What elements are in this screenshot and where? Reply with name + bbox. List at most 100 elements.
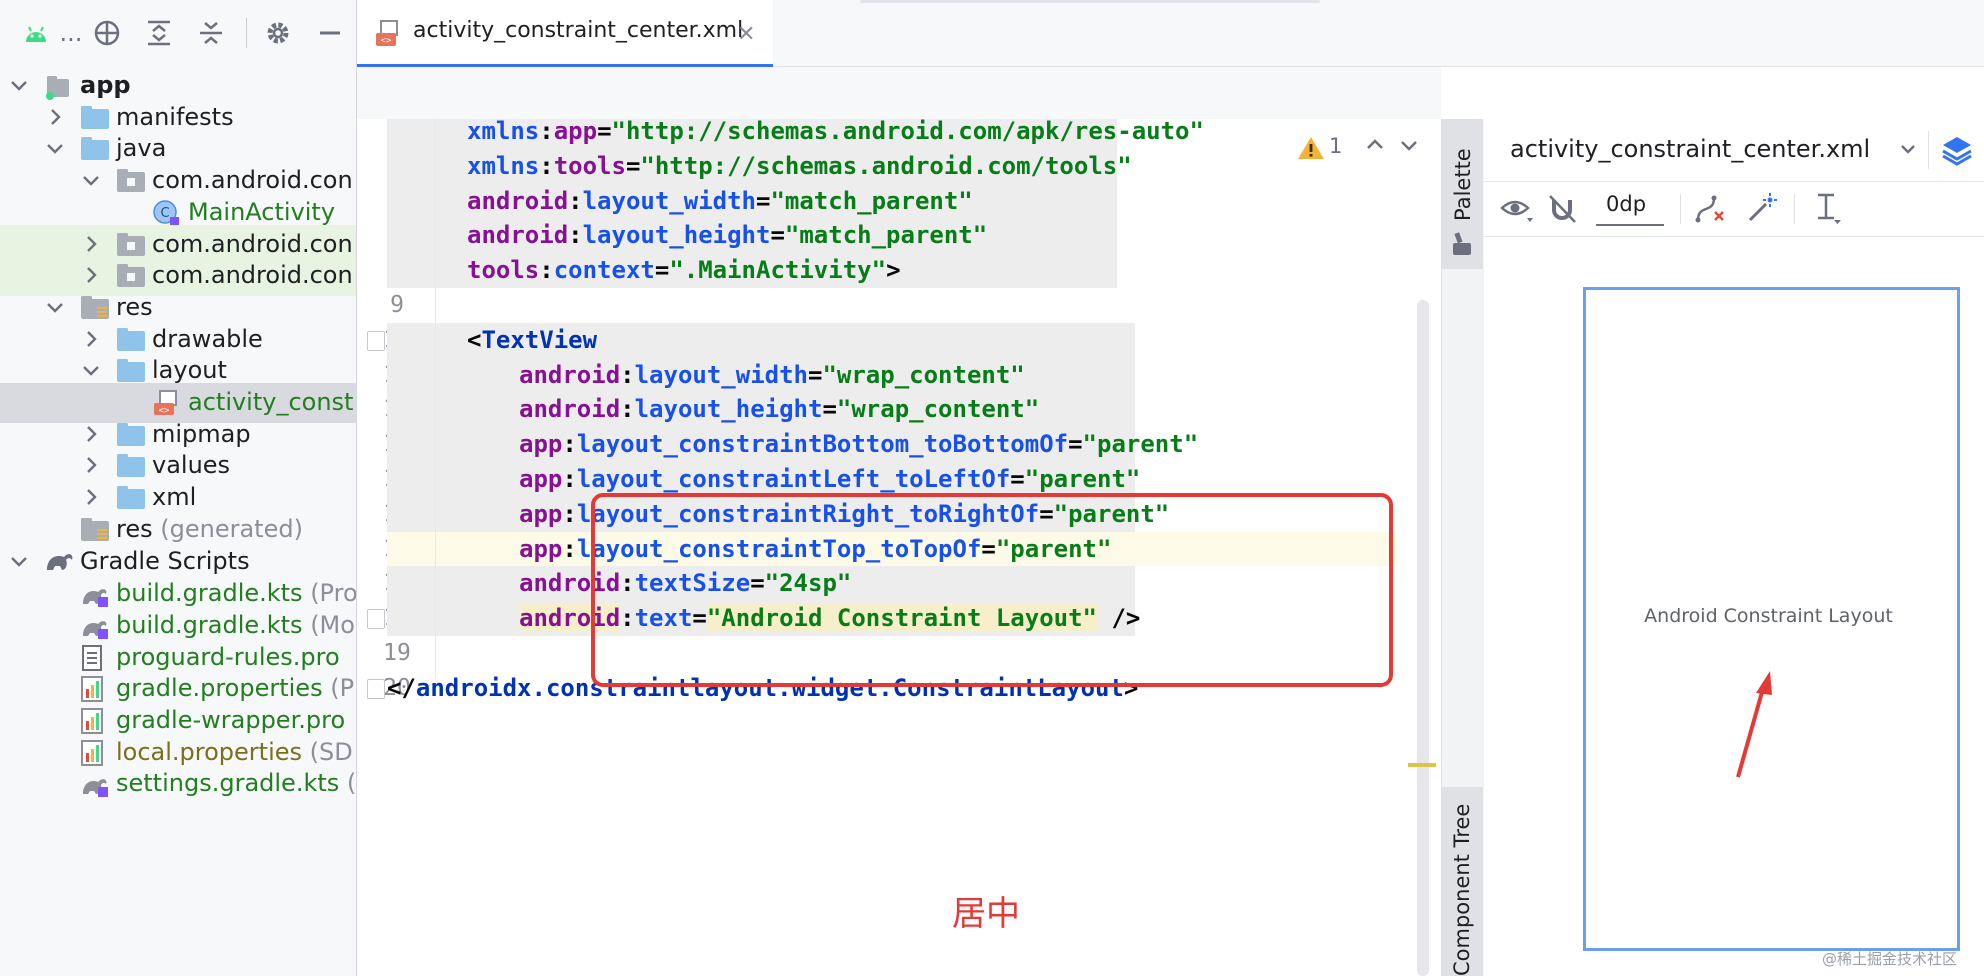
- code-token: android: [467, 186, 569, 215]
- code-token: xmlns: [467, 151, 540, 180]
- tree-item-label: local.properties (SD: [116, 737, 353, 766]
- code-token: "parent": [1082, 430, 1199, 459]
- constraint-highlight-box: [591, 493, 1393, 687]
- component-tree-tab[interactable]: Component Tree: [1441, 787, 1483, 976]
- default-margin-value: 0dp: [1606, 192, 1647, 216]
- fold-marker-icon[interactable]: [367, 609, 385, 630]
- collapse-all-icon[interactable]: [195, 17, 227, 49]
- magnet-icon[interactable]: [1548, 194, 1578, 228]
- chevron-right-icon[interactable]: [80, 265, 102, 287]
- minimize-icon[interactable]: [314, 17, 346, 49]
- expand-all-icon[interactable]: [143, 17, 175, 49]
- scrollbar-warning-marker[interactable]: [1408, 763, 1436, 767]
- chevron-right-icon[interactable]: [80, 455, 102, 477]
- gear-icon[interactable]: [262, 17, 294, 49]
- code-token: app: [519, 499, 563, 528]
- code-token: =: [654, 256, 670, 285]
- preview-textview[interactable]: Android Constraint Layout: [1583, 605, 1954, 627]
- code-token: app: [553, 119, 598, 145]
- code-token: =: [808, 360, 823, 389]
- code-token: ".MainActivity": [669, 256, 887, 285]
- tree-item-label: activity_const: [188, 388, 354, 416]
- watermark: @稀土掘金技术社区: [1822, 950, 1958, 968]
- component-tree-label: Component Tree: [1450, 803, 1474, 976]
- chevron-down-icon[interactable]: [44, 138, 66, 160]
- chevron-down-icon[interactable]: [80, 360, 102, 382]
- code-token: >: [886, 256, 901, 285]
- code-token: =: [625, 151, 641, 180]
- chevron-down-icon[interactable]: [80, 170, 102, 192]
- warning-icon: [1297, 135, 1325, 165]
- project-panel: ... app manifests java com.android.con C Main…: [0, 0, 357, 976]
- code-token: =: [597, 119, 612, 145]
- tree-item-label: values: [152, 451, 231, 480]
- window-top-strip: [860, 0, 1320, 3]
- chevron-right-icon[interactable]: [80, 329, 102, 351]
- code-token: :: [568, 186, 583, 215]
- tab-activity-constraint-center[interactable]: <> activity_constraint_center.xml ✕: [357, 0, 773, 68]
- chevron-down-icon[interactable]: [8, 551, 30, 573]
- editor-scrollbar[interactable]: [1417, 300, 1429, 976]
- tree-item-label: res: [116, 292, 153, 321]
- fold-marker-icon[interactable]: [367, 678, 385, 699]
- inspection-widget[interactable]: 1: [1285, 126, 1435, 170]
- code-token: :: [562, 465, 577, 493]
- code-token: :: [620, 360, 635, 389]
- fold-marker-icon[interactable]: [367, 330, 385, 351]
- more-label[interactable]: ...: [56, 17, 86, 49]
- gradle-file-icon: [80, 770, 110, 804]
- tree-item-suffix: (P: [322, 674, 355, 703]
- chevron-right-icon[interactable]: [80, 234, 102, 256]
- code-token: layout_width: [634, 360, 808, 389]
- annotation-label: 居中: [952, 894, 1020, 934]
- eye-icon[interactable]: [1500, 194, 1536, 228]
- tree-item-label: com.android.con: [152, 166, 353, 195]
- previous-highlight-icon[interactable]: [1365, 134, 1385, 161]
- target-icon[interactable]: [91, 17, 123, 49]
- code-token: :: [568, 221, 583, 250]
- warning-count: 1: [1329, 134, 1343, 158]
- infer-constraints-icon[interactable]: [1746, 192, 1778, 228]
- code-token: :: [562, 499, 577, 528]
- chevron-right-icon[interactable]: [44, 107, 66, 129]
- tree-item-label: gradle-wrapper.pro: [116, 706, 346, 734]
- default-margin-field[interactable]: 0dp: [1596, 190, 1664, 226]
- editor-tab-bar: <> activity_constraint_center.xml ✕: [357, 0, 1984, 68]
- chevron-down-icon[interactable]: [44, 297, 66, 319]
- code-token: xmlns: [467, 119, 540, 145]
- next-highlight-icon[interactable]: [1399, 134, 1419, 161]
- guidelines-icon[interactable]: [1814, 192, 1844, 228]
- code-token: layout_height: [582, 221, 771, 250]
- tree-item-label: com.android.con: [152, 261, 353, 290]
- code-token: "parent": [1024, 465, 1141, 493]
- chevron-down-icon[interactable]: [1898, 139, 1918, 163]
- chevron-down-icon[interactable]: [8, 75, 30, 97]
- tree-item-label: layout: [152, 356, 227, 385]
- tree-item-label: proguard-rules.pro: [116, 642, 340, 671]
- code-token: android: [467, 221, 569, 250]
- layers-icon[interactable]: [1940, 133, 1974, 171]
- xml-file-icon: <>: [375, 20, 401, 52]
- android-icon[interactable]: [20, 17, 52, 49]
- file-selector[interactable]: activity_constraint_center.xml: [1510, 135, 1870, 163]
- tree-item-suffix: (: [339, 769, 356, 798]
- clear-constraints-icon[interactable]: [1694, 194, 1726, 228]
- code-token: "http://schemas.android.com/tools": [640, 151, 1132, 180]
- tree-item-label: res (generated): [116, 514, 303, 543]
- tab-label: activity_constraint_center.xml: [413, 18, 744, 43]
- code-token: :: [539, 151, 554, 180]
- tree-item-label: build.gradle.kts (Pro: [116, 579, 356, 608]
- tree-item-label: mipmap: [152, 419, 251, 448]
- code-token: "wrap_content": [822, 360, 1025, 389]
- palette-icon: [1451, 231, 1473, 261]
- chevron-right-icon[interactable]: [80, 487, 102, 509]
- tree-item-label: gradle.properties (P: [116, 674, 355, 703]
- code-token: android: [519, 395, 621, 424]
- design-toolbar: 0dp: [1484, 182, 1984, 237]
- code-token: TextView: [481, 325, 598, 354]
- tree-item[interactable]: settings.gradle.kts (: [0, 764, 356, 804]
- chevron-right-icon[interactable]: [80, 424, 102, 446]
- palette-tab[interactable]: Palette: [1441, 119, 1483, 269]
- code-token: =: [756, 186, 771, 215]
- close-icon[interactable]: ✕: [737, 22, 755, 47]
